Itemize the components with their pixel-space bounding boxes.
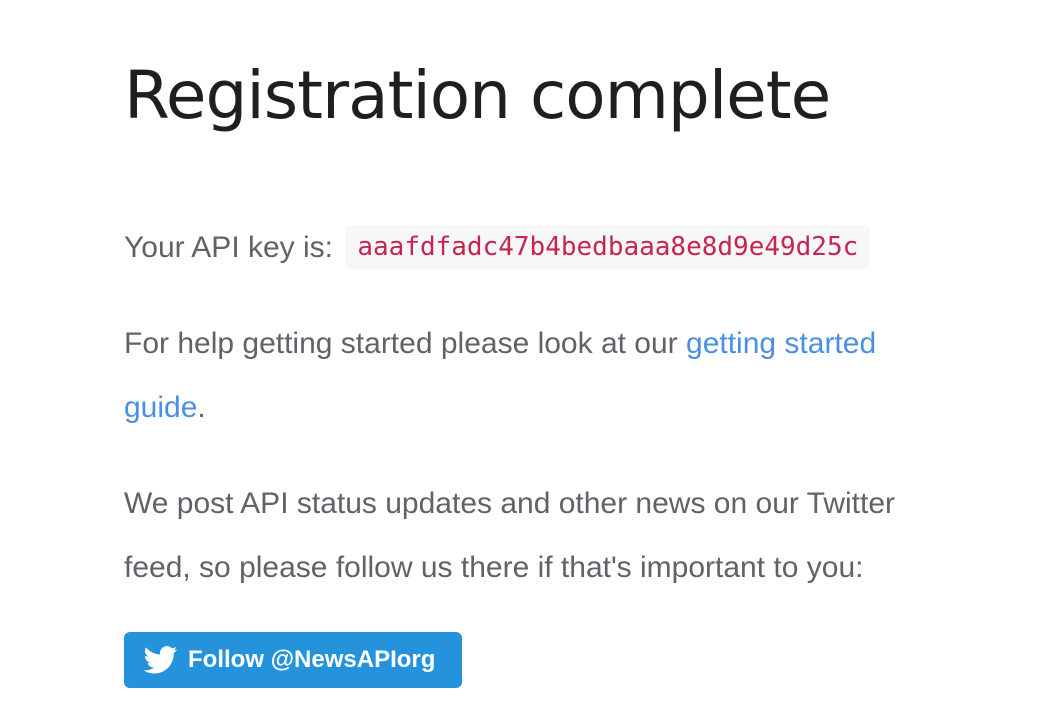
getting-started-link-line1[interactable]: getting started <box>686 327 876 360</box>
follow-button-label[interactable]: Follow @NewsAPIorg <box>188 646 435 674</box>
getting-started-link-line2[interactable]: guide <box>124 391 197 424</box>
twitter-bird-icon <box>144 646 178 674</box>
help-suffix: . <box>197 391 206 424</box>
api-key-value[interactable]: aaafdfadc47b4bedbaaa8e8d9e49d25c <box>345 225 871 269</box>
follow-twitter-button[interactable]: Follow @NewsAPIorg <box>124 632 462 688</box>
api-key-paragraph: Your API key is: aaafdfadc47b4bedbaaa8e8… <box>124 216 871 280</box>
help-paragraph: For help getting started please look at … <box>124 312 876 440</box>
twitter-text-line2: feed, so please follow us there if that'… <box>124 551 864 584</box>
twitter-text-line1: We post API status updates and other new… <box>124 487 896 520</box>
help-text: For help getting started please look at … <box>124 327 687 360</box>
api-key-label: Your API key is: <box>124 231 334 264</box>
page-title: Registration complete <box>124 57 831 134</box>
twitter-paragraph: We post API status updates and other new… <box>124 472 895 600</box>
